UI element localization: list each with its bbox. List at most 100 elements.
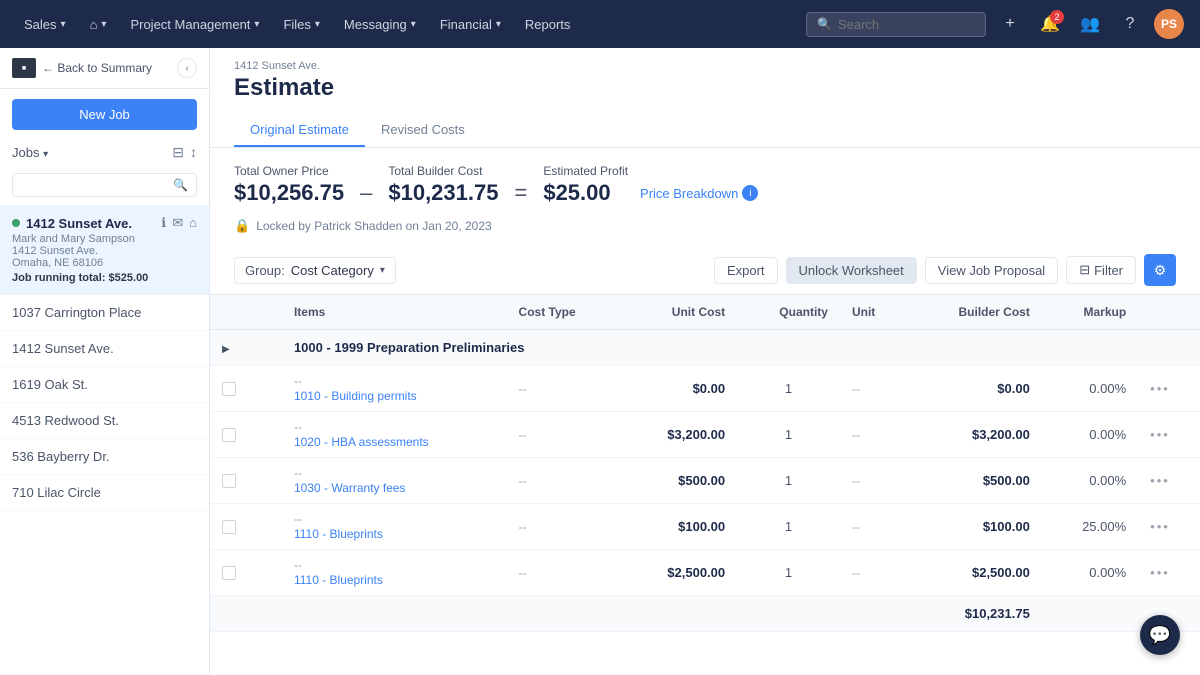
user-avatar[interactable]: PS — [1154, 9, 1184, 39]
active-dot — [12, 219, 20, 227]
row-checkbox[interactable] — [222, 520, 236, 534]
col-cost-type[interactable]: Cost Type — [507, 295, 622, 330]
row-checkbox[interactable] — [222, 474, 236, 488]
filter-icon: ⊟ — [1079, 262, 1090, 278]
row-checkbox[interactable] — [222, 566, 236, 580]
chat-icon: 💬 — [1149, 625, 1171, 646]
export-button[interactable]: Export — [714, 257, 778, 284]
search-input[interactable] — [838, 17, 968, 32]
sort-icon[interactable]: ↕ — [190, 144, 197, 161]
col-markup[interactable]: Markup — [1042, 295, 1138, 330]
jobs-search-wrap[interactable]: 🔍 — [12, 173, 197, 197]
top-navigation: Sales ▾ ⌂ ▾ Project Management ▾ Files ▾… — [0, 0, 1200, 48]
breadcrumb: 1412 Sunset Ave. — [234, 60, 1176, 72]
content-header: 1412 Sunset Ave. Estimate Original Estim… — [210, 48, 1200, 148]
list-item[interactable]: 710 Lilac Circle — [0, 475, 209, 511]
row-actions-button[interactable]: ••• — [1150, 519, 1170, 534]
col-unit-cost[interactable]: Unit Cost — [621, 295, 737, 330]
plus-icon: + — [1005, 15, 1014, 33]
item-link[interactable]: 1030 - Warranty fees — [294, 481, 406, 495]
home-icon[interactable]: ⌂ — [189, 215, 197, 231]
table-row: -- 1110 - Blueprints -- $2,500.00 1 -- $… — [210, 550, 1200, 596]
list-item[interactable]: 1619 Oak St. — [0, 367, 209, 403]
item-link[interactable]: 1110 - Blueprints — [294, 527, 383, 541]
col-quantity[interactable]: Quantity — [737, 295, 840, 330]
list-item[interactable]: 1412 Sunset Ave. — [0, 331, 209, 367]
mail-icon[interactable]: ✉ — [172, 215, 183, 231]
col-expand — [248, 295, 282, 330]
nav-reports[interactable]: Reports — [517, 13, 579, 36]
nav-home[interactable]: ⌂ ▾ — [82, 13, 115, 36]
row-actions-button[interactable]: ••• — [1150, 473, 1170, 488]
sidebar-header: ■ ← Back to Summary ‹ — [0, 48, 209, 89]
job-list: 1412 Sunset Ave. ℹ ✉ ⌂ Mark and Mary Sam… — [0, 205, 209, 675]
back-to-summary-link[interactable]: ← Back to Summary — [42, 61, 152, 75]
table-row: -- 1030 - Warranty fees -- $500.00 1 -- … — [210, 458, 1200, 504]
row-checkbox[interactable] — [222, 428, 236, 442]
info-icon[interactable]: ℹ — [161, 215, 166, 231]
metrics-row: Total Owner Price $10,256.75 – Total Bui… — [210, 148, 1200, 214]
logo: ■ — [12, 58, 36, 78]
col-items[interactable]: Items — [282, 295, 507, 330]
chevron-icon: ▾ — [411, 19, 416, 30]
tab-bar: Original Estimate Revised Costs — [234, 114, 1176, 147]
row-actions-button[interactable]: ••• — [1150, 427, 1170, 442]
nav-sales[interactable]: Sales ▾ — [16, 13, 74, 36]
filter-icon[interactable]: ⊟ — [172, 144, 184, 161]
row-actions-button[interactable]: ••• — [1150, 565, 1170, 580]
nav-search-bar[interactable]: 🔍 — [806, 12, 986, 37]
sidebar: ■ ← Back to Summary ‹ New Job Jobs ▾ ⊟ ↕ — [0, 48, 210, 675]
metric-profit: Estimated Profit $25.00 — [543, 164, 628, 206]
chevron-icon: ▾ — [101, 19, 106, 30]
jobs-search-input[interactable] — [21, 178, 169, 192]
nav-project-management[interactable]: Project Management ▾ — [122, 13, 267, 36]
collapse-sidebar-button[interactable]: ‹ — [177, 58, 197, 78]
list-item[interactable]: 1037 Carrington Place — [0, 295, 209, 331]
notification-badge: 2 — [1050, 10, 1064, 24]
table-header-row: Items Cost Type Unit Cost Quantity Unit … — [210, 295, 1200, 330]
minus-separator: – — [360, 164, 372, 206]
jobs-dropdown[interactable]: Jobs ▾ — [12, 145, 48, 160]
list-item[interactable]: 4513 Redwood St. — [0, 403, 209, 439]
unlock-worksheet-button[interactable]: Unlock Worksheet — [786, 257, 917, 284]
group-row: ▶ 1000 - 1999 Preparation Preliminaries — [210, 330, 1200, 366]
nav-messaging[interactable]: Messaging ▾ — [336, 13, 424, 36]
jobs-search-row: 🔍 — [0, 169, 209, 205]
add-button[interactable]: + — [994, 8, 1026, 40]
item-link[interactable]: 1020 - HBA assessments — [294, 435, 429, 449]
jobs-filter-row: Jobs ▾ ⊟ ↕ — [0, 140, 209, 169]
notifications-button[interactable]: 🔔 2 — [1034, 8, 1066, 40]
equals-separator: = — [514, 164, 527, 206]
col-builder-cost[interactable]: Builder Cost — [907, 295, 1042, 330]
search-icon: 🔍 — [173, 178, 188, 192]
settings-icon-button[interactable]: ⚙ — [1144, 254, 1176, 286]
help-button[interactable]: ? — [1114, 8, 1146, 40]
search-icon: 🔍 — [817, 17, 832, 31]
tab-original-estimate[interactable]: Original Estimate — [234, 114, 365, 147]
users-button[interactable]: 👥 — [1074, 8, 1106, 40]
table-total-row: $10,231.75 — [210, 596, 1200, 632]
group-select[interactable]: Group: Cost Category ▾ — [234, 257, 396, 284]
price-breakdown-link[interactable]: Price Breakdown i — [640, 169, 758, 201]
nav-financial[interactable]: Financial ▾ — [432, 13, 509, 36]
job-item-active[interactable]: 1412 Sunset Ave. ℹ ✉ ⌂ Mark and Mary Sam… — [0, 205, 209, 295]
expand-group-button[interactable]: ▶ — [222, 344, 230, 355]
chevron-down-icon: ▾ — [380, 265, 385, 276]
active-job-header: 1412 Sunset Ave. ℹ ✉ ⌂ — [12, 215, 197, 231]
nav-files[interactable]: Files ▾ — [275, 13, 327, 36]
chat-bubble-button[interactable]: 💬 — [1140, 615, 1180, 655]
list-item[interactable]: 536 Bayberry Dr. — [0, 439, 209, 475]
table-row: -- 1110 - Blueprints -- $100.00 1 -- $10… — [210, 504, 1200, 550]
toolbar-row: Group: Cost Category ▾ Export Unlock Wor… — [210, 246, 1200, 295]
metric-owner-price: Total Owner Price $10,256.75 — [234, 164, 344, 206]
view-job-proposal-button[interactable]: View Job Proposal — [925, 257, 1058, 284]
row-actions-button[interactable]: ••• — [1150, 381, 1170, 396]
row-checkbox[interactable] — [222, 382, 236, 396]
item-link[interactable]: 1010 - Building permits — [294, 389, 417, 403]
item-link[interactable]: 1110 - Blueprints — [294, 573, 383, 587]
col-unit[interactable]: Unit — [840, 295, 907, 330]
filter-button[interactable]: ⊟ Filter — [1066, 256, 1136, 284]
new-job-button[interactable]: New Job — [12, 99, 197, 130]
tab-revised-costs[interactable]: Revised Costs — [365, 114, 481, 147]
users-icon: 👥 — [1080, 14, 1100, 34]
